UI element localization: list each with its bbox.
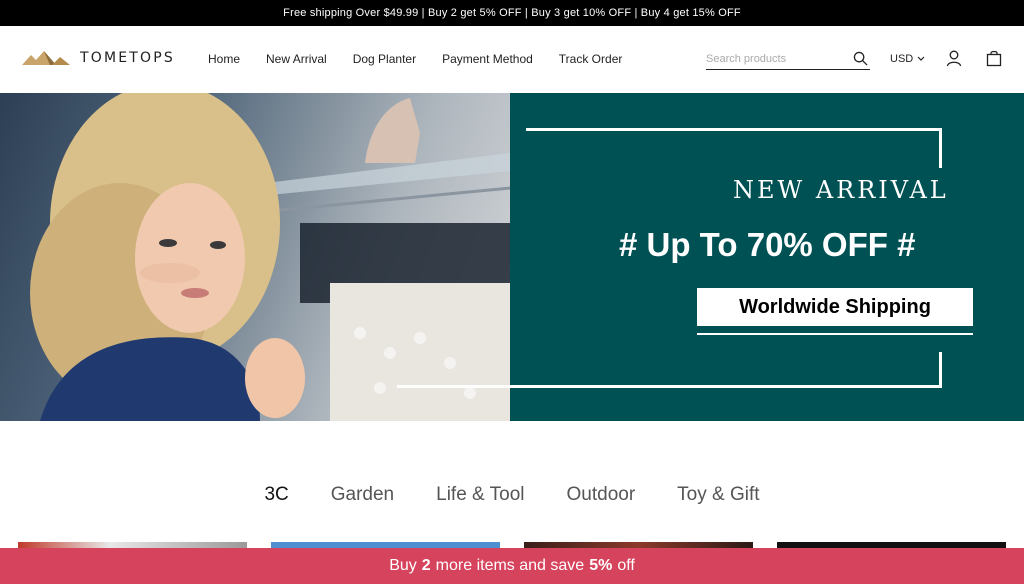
- user-icon[interactable]: [946, 50, 962, 72]
- nav-home[interactable]: Home: [208, 52, 240, 66]
- hero-frame-top: [526, 128, 942, 131]
- site-header: TOMETOPS Home New Arrival Dog Planter Pa…: [0, 26, 1024, 93]
- promo-count: 2: [421, 557, 431, 574]
- promo-percent: 5%: [589, 557, 613, 574]
- nav-new-arrival[interactable]: New Arrival: [266, 52, 327, 66]
- tab-garden[interactable]: Garden: [331, 484, 394, 506]
- hero-photo: [0, 93, 510, 421]
- tab-3c[interactable]: 3C: [264, 484, 288, 506]
- hero-photo-illustration: [30, 93, 510, 421]
- hero-underline: [697, 333, 973, 335]
- hero-frame-right-bottom: [939, 352, 942, 388]
- tab-toy-gift[interactable]: Toy & Gift: [677, 484, 759, 506]
- hero-frame-bottom: [397, 385, 942, 388]
- logo[interactable]: TOMETOPS: [22, 50, 175, 66]
- currency-label: USD: [890, 53, 914, 65]
- promo-suffix: off: [617, 557, 635, 574]
- promo-middle: more items and save: [435, 557, 585, 574]
- hero-frame-right-top: [939, 128, 942, 168]
- nav-dog-planter[interactable]: Dog Planter: [353, 52, 416, 66]
- main-nav: Home New Arrival Dog Planter Payment Met…: [208, 52, 622, 66]
- nav-track-order[interactable]: Track Order: [559, 52, 623, 66]
- logo-text: TOMETOPS: [80, 50, 175, 66]
- mountain-logo-icon: [22, 51, 70, 65]
- promo-prefix: Buy: [389, 557, 417, 574]
- cart-promo-bar: Buy 2 more items and save 5% off: [0, 548, 1024, 584]
- category-tabs: 3C Garden Life & Tool Outdoor Toy & Gift: [0, 484, 1024, 506]
- search-bar: [706, 48, 870, 70]
- hero-title: NEW ARRIVAL: [733, 176, 949, 204]
- chevron-down-icon: [917, 56, 925, 61]
- hero-shipping-button[interactable]: Worldwide Shipping: [697, 288, 973, 326]
- tab-life-tool[interactable]: Life & Tool: [436, 484, 524, 506]
- search-input[interactable]: [706, 52, 846, 65]
- search-icon[interactable]: [853, 51, 868, 71]
- bag-icon[interactable]: [986, 50, 1002, 72]
- tab-outdoor[interactable]: Outdoor: [567, 484, 636, 506]
- nav-payment-method[interactable]: Payment Method: [442, 52, 533, 66]
- hero-discount-text: # Up To 70% OFF #: [619, 226, 916, 263]
- announcement-bar: Free shipping Over $49.99 | Buy 2 get 5%…: [0, 0, 1024, 26]
- currency-selector[interactable]: USD: [890, 53, 925, 65]
- announcement-text: Free shipping Over $49.99 | Buy 2 get 5%…: [283, 7, 741, 19]
